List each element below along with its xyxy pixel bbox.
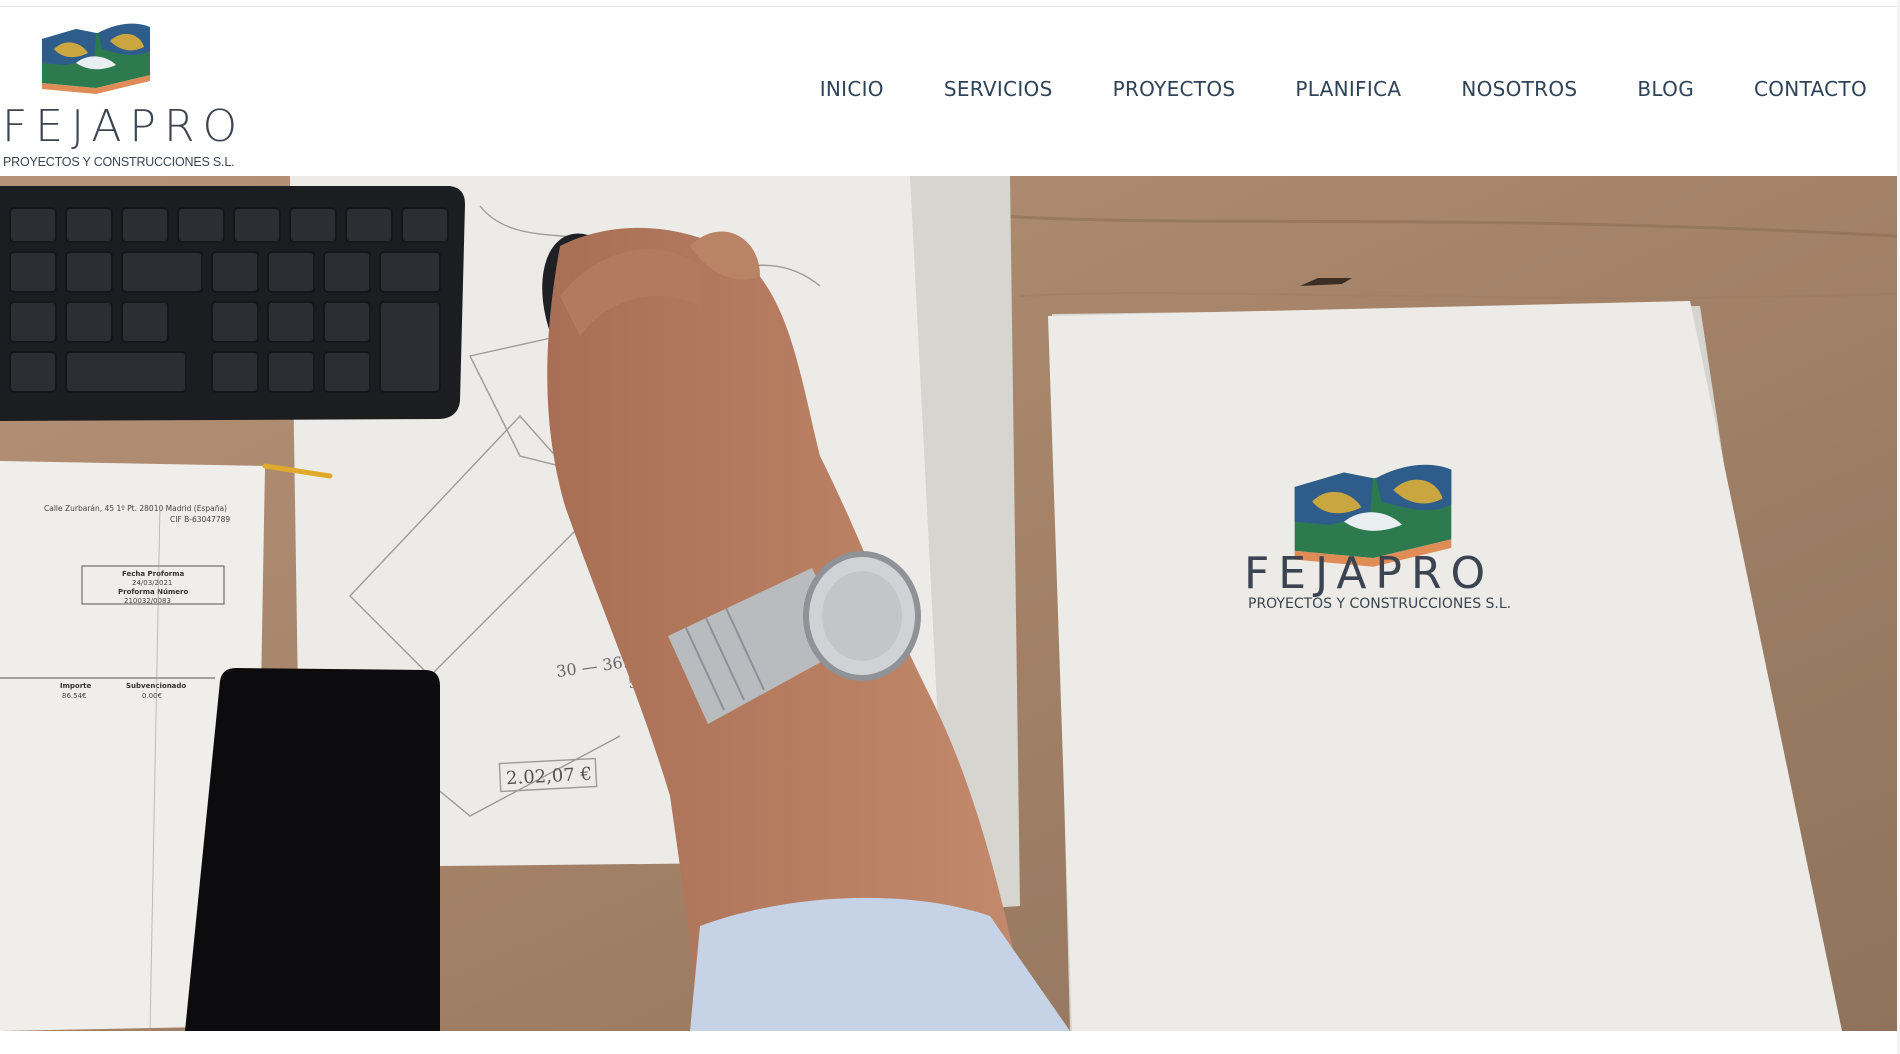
logo-emblem-icon: [42, 23, 150, 94]
sketch-price: 2.02,07 €: [506, 764, 593, 789]
invoice-amount: 86.54€: [62, 692, 87, 700]
main-nav: INICIO SERVICIOS PROYECTOS PLANIFICA NOS…: [820, 77, 1867, 101]
invoice-cif: CIF B-63047789: [170, 515, 230, 524]
nav-item-proyectos[interactable]: PROYECTOS: [1113, 77, 1236, 101]
invoice-address: Calle Zurbarán, 45 1º Pt. 28010 Madrid (…: [44, 504, 227, 513]
nav-item-contacto[interactable]: CONTACTO: [1754, 77, 1867, 101]
folder-brand: FEJAPRO: [1244, 548, 1494, 599]
folder-tagline: PROYECTOS Y CONSTRUCCIONES S.L.: [1248, 596, 1511, 612]
phone: [185, 668, 440, 1031]
keyboard: [0, 186, 465, 421]
nav-item-blog[interactable]: BLOG: [1637, 77, 1694, 101]
brand-tagline: PROYECTOS Y CONSTRUCCIONES S.L.: [3, 155, 235, 169]
site-header: FEJAPRO PROYECTOS Y CONSTRUCCIONES S.L. …: [0, 7, 1897, 175]
invoice-col-importe: Importe: [60, 682, 92, 690]
hero-photo: 2.02,07 € 30 — 36.5 52: [0, 176, 1897, 1031]
nav-item-planifica[interactable]: PLANIFICA: [1295, 77, 1401, 101]
nav-item-inicio[interactable]: INICIO: [820, 77, 884, 101]
invoice-number: 210032/0083: [124, 597, 171, 605]
invoice-date: 24/03/2021: [132, 579, 172, 587]
invoice-subvencionado: 0.00€: [142, 692, 162, 700]
invoice-number-label: Proforma Número: [118, 588, 188, 596]
nav-item-nosotros[interactable]: NOSOTROS: [1461, 77, 1577, 101]
brand-name: FEJAPRO: [2, 101, 246, 152]
brand-logo[interactable]: FEJAPRO PROYECTOS Y CONSTRUCCIONES S.L.: [0, 19, 237, 171]
hero-image: 2.02,07 € 30 — 36.5 52: [0, 176, 1897, 1031]
invoice-date-label: Fecha Proforma: [122, 570, 185, 578]
nav-item-servicios[interactable]: SERVICIOS: [944, 77, 1053, 101]
